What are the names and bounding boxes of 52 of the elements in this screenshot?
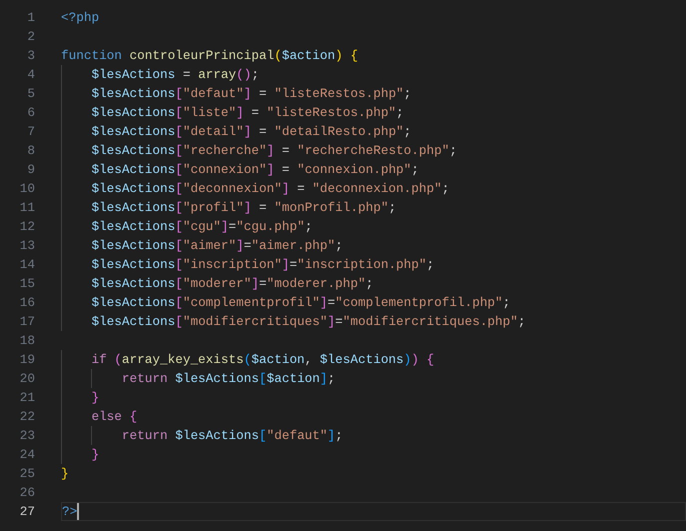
line-number: 13	[18, 236, 35, 255]
code-line: $lesActions["aimer"]="aimer.php";	[90, 236, 343, 255]
line-number: 26	[18, 484, 35, 502]
line-number: 14	[18, 256, 35, 274]
line-number: 8	[26, 142, 35, 160]
code-line: return $lesActions["defaut"];	[120, 426, 343, 445]
line-number: 21	[18, 388, 35, 407]
line-number: 20	[18, 370, 35, 388]
line-number: 19	[18, 350, 35, 369]
line-number: 10	[18, 180, 35, 198]
code-line: $lesActions["cgu"]="cgu.php";	[90, 218, 312, 236]
code-line: $lesActions["liste"] = "listeRestos.php";	[90, 104, 404, 122]
code-line: function controleurPrincipal($action) {	[61, 46, 358, 65]
code-line: $lesActions["profil"] = "monProfil.php";	[90, 198, 396, 217]
line-number: 27	[18, 502, 35, 521]
line-number: 17	[18, 312, 35, 331]
code-line: $lesActions["detail"] = "detailResto.php";	[90, 122, 412, 141]
code-line: $lesActions["connexion"] = "connexion.php";	[90, 160, 419, 179]
code-line: $lesActions["inscription"]="inscription.php";	[90, 256, 434, 274]
line-number: 25	[18, 464, 35, 483]
line-number: 12	[18, 218, 35, 236]
line-number: 2	[26, 28, 35, 46]
code-line: $lesActions["moderer"]="moderer.php";	[90, 274, 374, 293]
code-line: $lesActions = array();	[90, 66, 259, 84]
code-line: }	[61, 464, 69, 483]
code-line: $lesActions["complementprofil"]="complementprofil.php";	[90, 294, 510, 312]
line-number: 23	[18, 426, 35, 445]
line-number: 5	[26, 84, 35, 103]
code-line: ?>	[62, 502, 78, 521]
line-number: 24	[18, 446, 35, 464]
line-number: 15	[18, 274, 35, 293]
code-line: $lesActions["deconnexion"] = "deconnexion.php";	[90, 180, 450, 198]
code-line: <?php	[61, 8, 100, 27]
line-number: 18	[18, 332, 35, 350]
line-number: 6	[26, 104, 35, 122]
line-number: 11	[18, 198, 35, 217]
code-line: $lesActions["modifiercritiques"]="modifiercritiques.php";	[90, 312, 526, 331]
code-line: $lesActions["recherche"] = "rechercheResto.php";	[90, 142, 457, 160]
code-line: return $lesActions[$action];	[120, 370, 336, 388]
text-cursor	[77, 503, 80, 520]
line-number: 3	[26, 46, 35, 65]
code-line: $lesActions["defaut"] = "listeRestos.php";	[90, 84, 412, 103]
line-number: 7	[26, 122, 35, 141]
line-number: 4	[26, 66, 35, 84]
code-line: }	[90, 388, 100, 407]
line-number: 9	[26, 160, 35, 179]
line-number: 22	[18, 408, 35, 426]
code-line: else {	[90, 408, 138, 426]
line-number: 1	[26, 8, 35, 27]
code-line: if (array_key_exists($action, $lesActions)) {	[90, 350, 434, 369]
line-number: 16	[18, 294, 35, 312]
code-line: }	[90, 446, 100, 464]
